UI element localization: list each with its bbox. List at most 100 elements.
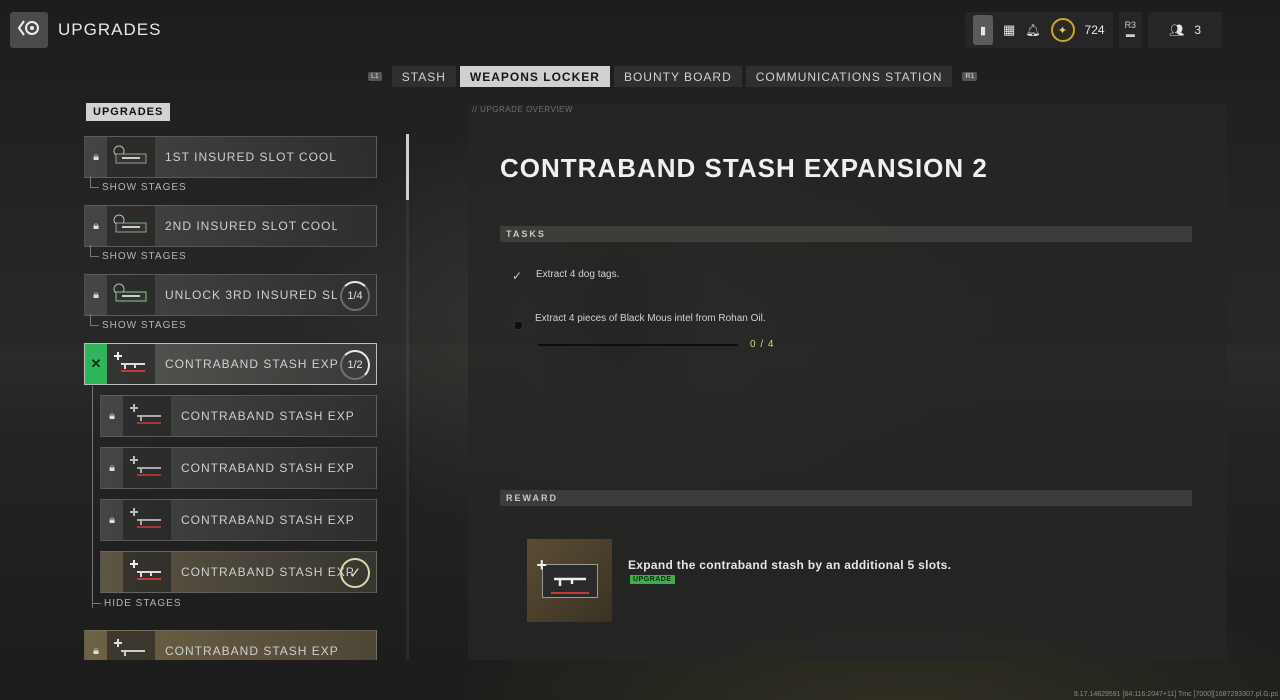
rifle-icon: +	[537, 555, 598, 598]
rifle-plus-icon	[127, 402, 167, 431]
hide-stages-link[interactable]: HIDE STAGES	[92, 592, 182, 609]
party-button[interactable]: 👥︎ 3	[1148, 12, 1223, 48]
close-icon[interactable]: ✕	[85, 344, 107, 384]
upgrade-thumbnail	[123, 448, 171, 488]
stage-card-completed[interactable]: CONTRABAND STASH EXPANSIO ✓	[100, 551, 377, 593]
stage-card-label: CONTRABAND STASH EXPANSIO	[181, 565, 353, 579]
scrollbar-thumb[interactable]	[406, 134, 409, 200]
upgrade-title: CONTRABAND STASH EXPANSION 2	[500, 153, 988, 183]
upgrade-card-label: CONTRABAND STASH EXPANSION	[165, 357, 337, 371]
stage-card-label: CONTRABAND STASH EXPANSIO	[181, 461, 353, 475]
show-stages-link[interactable]: SHOW STAGES	[90, 176, 187, 193]
scrollbar-track[interactable]	[406, 134, 409, 660]
progress-ring: 1/2	[340, 350, 370, 380]
party-count: 3	[1194, 23, 1202, 37]
grid-icon[interactable]: ▦	[1003, 22, 1015, 38]
upgrade-card[interactable]: 🔒︎ CONTRABAND STASH EXPANSION 1	[84, 630, 377, 660]
timer-rifle-icon	[112, 213, 150, 240]
gamepad-icon[interactable]: ▮	[973, 15, 993, 45]
stage-card-label: CONTRABAND STASH EXPANSIO	[181, 409, 353, 423]
rifle-plus-icon	[111, 637, 151, 661]
stage-card[interactable]: 🔒︎ CONTRABAND STASH EXPANSIO	[100, 447, 377, 489]
currency-amount: 724	[1084, 23, 1105, 37]
task-text: Extract 4 pieces of Black Mous intel fro…	[535, 313, 766, 324]
upgrades-section-label: UPGRADES	[86, 103, 171, 121]
reward-type-badge: UPGRADE	[630, 575, 675, 584]
upgrade-card-selected[interactable]: ✕ CONTRABAND STASH EXPANSION 1/2	[84, 343, 377, 385]
reward-thumbnail: +	[527, 539, 612, 622]
page-title: UPGRADES	[58, 20, 162, 39]
back-arrow-icon	[17, 19, 40, 42]
tab-bounty-board[interactable]: BOUNTY BOARD	[613, 66, 742, 87]
reward-header: REWARD	[500, 490, 1192, 506]
stage-card-label: CONTRABAND STASH EXPANSIO	[181, 513, 353, 527]
task-text: Extract 4 dog tags.	[536, 269, 620, 280]
lock-icon: 🔒︎	[109, 461, 115, 474]
party-icon: 👥︎	[1169, 23, 1185, 37]
upgrade-card-label: 1ST INSURED SLOT COOLDOWN RE	[165, 150, 337, 164]
upgrade-thumbnail	[107, 344, 155, 384]
breadcrumb: // UPGRADE OVERVIEW	[472, 105, 573, 114]
r3-button-icon: R3 ▬	[1124, 20, 1137, 39]
lock-icon: 🔒︎	[93, 288, 99, 301]
lock-icon: 🔒︎	[109, 513, 115, 526]
hud-gamepad-button[interactable]: R3 ▬	[1118, 12, 1143, 48]
rifle-plus-icon	[127, 558, 167, 587]
coin-icon: ✦	[1050, 18, 1075, 42]
stage-tree-line	[92, 386, 93, 608]
checkmark-icon: ✓	[340, 558, 370, 588]
upgrade-thumbnail	[123, 396, 171, 436]
upgrade-thumbnail	[107, 275, 155, 315]
upgrade-thumbnail	[107, 137, 155, 177]
tab-left-key: L1	[368, 72, 382, 81]
upgrade-card[interactable]: 🔒︎ 1ST INSURED SLOT COOLDOWN RE	[84, 136, 377, 178]
hud-group-main: ▮ ▦ 🔔︎ ✦ 724	[965, 12, 1113, 48]
bell-icon[interactable]: 🔔︎	[1025, 23, 1040, 37]
reward-description: Expand the contraband stash by an additi…	[628, 558, 952, 572]
tab-communications-station[interactable]: COMMUNICATIONS STATION	[745, 66, 953, 87]
task-progress-bar	[538, 344, 738, 346]
rifle-plus-icon	[127, 506, 167, 535]
checkmark-icon: ✓	[512, 269, 523, 283]
upgrade-card-label: CONTRABAND STASH EXPANSION 1	[165, 644, 337, 658]
lock-icon: 🔒︎	[109, 409, 115, 422]
show-stages-link[interactable]: SHOW STAGES	[90, 245, 187, 262]
rifle-plus-icon	[127, 454, 167, 483]
tasks-header: TASKS	[500, 226, 1192, 242]
task-item: ✓ Extract 4 dog tags.	[512, 269, 776, 283]
timer-rifle-icon	[112, 282, 150, 309]
upgrade-card[interactable]: 🔒︎ 2ND INSURED SLOT COOLDOWN RE	[84, 205, 377, 247]
lock-icon: 🔒︎	[93, 644, 99, 657]
upgrade-overview-panel: // UPGRADE OVERVIEW CONTRABAND STASH EXP…	[468, 103, 1227, 660]
upgrade-card-label: UNLOCK 3RD INSURED SLOT	[165, 288, 337, 302]
plus-icon: +	[536, 554, 548, 575]
lock-icon: 🔒︎	[93, 150, 99, 163]
task-item: Extract 4 pieces of Black Mous intel fro…	[512, 313, 775, 330]
progress-ring: 1/4	[340, 281, 370, 311]
tab-bar: L1 STASH WEAPONS LOCKER BOUNTY BOARD COM…	[362, 66, 983, 87]
upgrade-thumbnail	[107, 631, 155, 660]
build-stamp: 9.17.14829591 [64:116:2047+11] Tmc [7000…	[1073, 691, 1278, 698]
rifle-plus-icon	[111, 350, 151, 379]
upgrade-thumbnail	[107, 206, 155, 246]
upgrade-card-label: 2ND INSURED SLOT COOLDOWN RE	[165, 219, 337, 233]
upgrade-thumbnail	[123, 500, 171, 540]
task-progress-count: 0 / 4	[750, 339, 775, 350]
upgrade-list: 🔒︎ 1ST INSURED SLOT COOLDOWN RE SHOW STA…	[84, 136, 384, 660]
stage-card[interactable]: 🔒︎ CONTRABAND STASH EXPANSIO	[100, 395, 377, 437]
tab-weapons-locker[interactable]: WEAPONS LOCKER	[459, 66, 610, 87]
lock-icon: 🔒︎	[93, 219, 99, 232]
stage-card[interactable]: 🔒︎ CONTRABAND STASH EXPANSIO	[100, 499, 377, 541]
task-checkbox	[514, 321, 523, 330]
tab-right-key: R1	[962, 72, 978, 81]
show-stages-link[interactable]: SHOW STAGES	[90, 314, 187, 331]
reward-underline	[550, 591, 589, 594]
upgrade-thumbnail	[123, 552, 171, 592]
back-button[interactable]	[10, 12, 48, 48]
upgrade-card[interactable]: 🔒︎ UNLOCK 3RD INSURED SLOT 1/4	[84, 274, 377, 316]
tab-stash[interactable]: STASH	[391, 66, 456, 87]
r3-label: R3	[1124, 20, 1137, 30]
timer-rifle-icon	[112, 144, 150, 171]
completed-marker	[101, 552, 123, 592]
top-hud: ▮ ▦ 🔔︎ ✦ 724 R3 ▬ 👥︎ 3	[965, 12, 1223, 48]
